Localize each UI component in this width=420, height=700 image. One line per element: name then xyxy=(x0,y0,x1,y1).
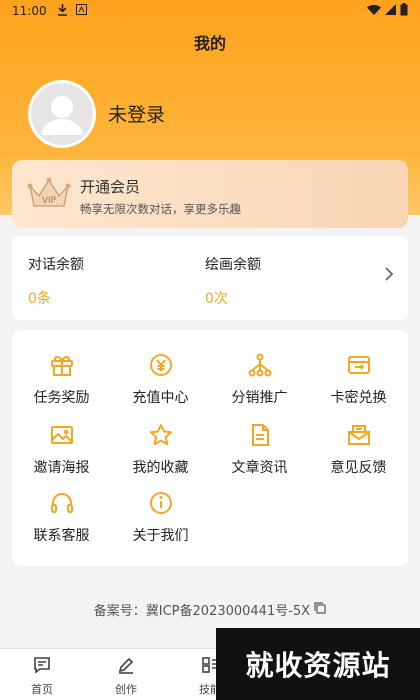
download-icon xyxy=(57,3,68,19)
feature-feedback[interactable]: 意见反馈 xyxy=(309,422,408,477)
status-time: 11:00 xyxy=(12,4,47,18)
watermark-overlay: 就收资源站 xyxy=(216,628,420,700)
vip-title: 开通会员 xyxy=(80,178,141,196)
feature-distribution[interactable]: 分销推广 xyxy=(210,352,309,407)
feature-recharge-center[interactable]: 充值中心 xyxy=(111,352,210,407)
pen-icon xyxy=(118,657,134,674)
notification-app-icon xyxy=(75,4,87,18)
nav-create[interactable]: 创作 xyxy=(106,655,146,697)
chevron-right-icon[interactable] xyxy=(384,266,394,286)
feature-my-favorites[interactable]: 我的收藏 xyxy=(111,422,210,477)
login-status-text[interactable]: 未登录 xyxy=(108,100,165,127)
signal-icon xyxy=(385,4,396,18)
gift-icon xyxy=(50,355,73,376)
chat-balance: 对话余额 0条 xyxy=(28,254,84,308)
chat-balance-label: 对话余额 xyxy=(28,257,84,273)
feature-grid: 任务奖励 充值中心 分销推广 卡密兑换 邀请海报 我的收藏 文章资讯 意见反馈 … xyxy=(12,330,408,566)
icp-text: 备案号：冀ICP备2023000441号-5X xyxy=(93,604,311,619)
vip-subtitle: 畅享无限次数对话，享更多乐趣 xyxy=(80,202,241,216)
document-icon xyxy=(251,424,269,446)
feature-about-us[interactable]: 关于我们 xyxy=(111,490,210,545)
share-tree-icon xyxy=(248,353,271,377)
feature-articles[interactable]: 文章资讯 xyxy=(210,422,309,477)
copy-icon[interactable] xyxy=(314,601,326,618)
status-bar: 11:00 xyxy=(0,0,420,22)
feature-card-exchange[interactable]: 卡密兑换 xyxy=(309,352,408,407)
feature-task-reward[interactable]: 任务奖励 xyxy=(12,352,111,407)
star-icon xyxy=(149,424,172,446)
vip-crown-icon: VIP xyxy=(26,176,72,216)
nav-home[interactable]: 首页 xyxy=(22,655,62,697)
drawing-balance-label: 绘画余额 xyxy=(205,257,261,273)
drawing-balance-value: 0次 xyxy=(205,291,228,307)
yen-coin-icon xyxy=(149,354,172,376)
drawing-balance: 绘画余额 0次 xyxy=(205,254,261,308)
balance-card[interactable]: 对话余额 0条 绘画余额 0次 xyxy=(12,236,408,320)
chat-balance-value: 0条 xyxy=(28,291,51,307)
mail-feedback-icon xyxy=(347,425,370,445)
page-title: 我的 xyxy=(193,34,226,53)
svg-text:VIP: VIP xyxy=(42,196,57,206)
headset-icon xyxy=(50,493,73,513)
avatar[interactable] xyxy=(28,80,96,148)
icp-record: 备案号：冀ICP备2023000441号-5X xyxy=(0,600,420,619)
vip-membership-card[interactable]: VIP 开通会员 畅享无限次数对话，享更多乐趣 xyxy=(12,160,408,228)
image-poster-icon xyxy=(50,426,73,444)
user-silhouette-icon xyxy=(41,96,83,135)
wifi-icon xyxy=(367,4,381,18)
feature-customer-service[interactable]: 联系客服 xyxy=(12,490,111,545)
feature-invite-poster[interactable]: 邀请海报 xyxy=(12,422,111,477)
battery-icon xyxy=(400,3,408,19)
chat-home-icon xyxy=(34,657,50,674)
info-icon xyxy=(149,492,172,514)
card-exchange-icon xyxy=(347,356,370,374)
